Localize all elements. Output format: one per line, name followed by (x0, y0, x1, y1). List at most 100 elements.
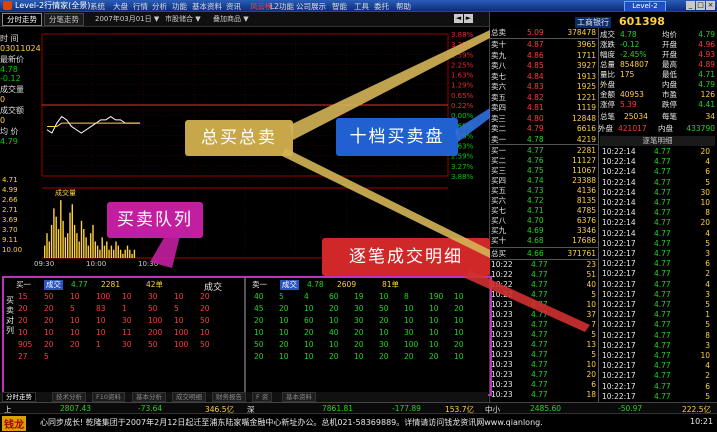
tick-row[interactable]: 10:22:14 4.77 30 (602, 188, 710, 198)
tick-row[interactable]: 10:22:14 4.77 20 (602, 147, 710, 157)
tick-row[interactable]: 10:22:17 4.77 3 (602, 290, 710, 300)
tick-row[interactable]: 10:22:17 4.77 2 (602, 269, 710, 279)
volume-bar-37 (129, 249, 131, 258)
tick-row[interactable]: 10:22:17 4.77 10 (602, 351, 710, 361)
tick-row[interactable]: 10:22 4.77 23 (491, 260, 596, 270)
tick-row[interactable]: 10:22 4.77 51 (491, 270, 596, 280)
bottom-tab-6[interactable]: F 资 (252, 392, 273, 402)
bottom-tab-0[interactable]: 分时走势 (2, 392, 36, 402)
tick-row[interactable]: 10:23 4.77 13 (491, 340, 596, 350)
vol-tick-3: 2.71 (2, 206, 18, 214)
tick-row[interactable]: 10:22:14 4.77 5 (602, 178, 710, 188)
tick-row[interactable]: 10:22:17 4.77 2 (602, 371, 710, 381)
ob-bid-8[interactable]: 买九 4.69 3346 (491, 226, 596, 236)
close-button[interactable]: × (706, 1, 715, 10)
ob-bid-1[interactable]: 买二 4.76 11127 (491, 156, 596, 166)
ob-ask-9[interactable]: 卖一 4.78 4219 (491, 135, 596, 145)
ticker-text[interactable]: 心同步成长! 乾隆集团于2007年2月12日起迁至浦东陆家嘴金融中心新址办公。总… (40, 417, 670, 428)
bottom-tab-3[interactable]: 基本分析 (132, 392, 166, 402)
ob-price: 4.85 (527, 61, 544, 70)
arrow-left-icon[interactable]: ◄ (454, 14, 463, 23)
toolbar-nav[interactable]: ◄ ► (453, 14, 473, 23)
tick-row[interactable]: 10:22:14 4.77 10 (602, 198, 710, 208)
market-dropdown[interactable]: 市股储合 ▼ (165, 14, 201, 24)
tick-row[interactable]: 10:23 4.77 10 (491, 360, 596, 370)
ob-label: 买五 (491, 186, 506, 195)
ob-bid-9[interactable]: 买十 4.68 17686 (491, 236, 596, 246)
queue-side-label: 买卖对列 (6, 296, 14, 335)
tick-row[interactable]: 10:22:14 4.77 4 (602, 157, 710, 167)
ob-vol: 11067 (572, 166, 596, 175)
tick-row[interactable]: 10:22:14 4.77 8 (602, 208, 710, 218)
tab-intraday[interactable]: 分时走势 (2, 13, 42, 26)
tick-row[interactable]: 10:22:17 4.77 4 (602, 280, 710, 290)
ob-bid-2[interactable]: 买三 4.75 11067 (491, 166, 596, 176)
volume-bar-2 (48, 241, 50, 258)
bottom-tab-4[interactable]: 成交明细 (172, 392, 206, 402)
tick-row[interactable]: 10:23 4.77 6 (491, 380, 596, 390)
tick-row[interactable]: 10:23 4.77 7 (491, 320, 596, 330)
ob-ask-8[interactable]: 卖二 4.79 6616 (491, 124, 596, 134)
right-label-6: 0.65% (451, 92, 474, 100)
ob-ask-4[interactable]: 卖六 4.83 1925 (491, 82, 596, 92)
callout-detail: 逐笔成交明细 (322, 238, 490, 276)
ob-bid-6[interactable]: 买七 4.71 4785 (491, 206, 596, 216)
ob-price: 4.78 (527, 134, 544, 144)
tick-row[interactable]: 10:22 4.77 40 (491, 280, 596, 290)
ob-bid-0[interactable]: 买一 4.77 2281 (491, 146, 596, 156)
bottom-tab-5[interactable]: 财务报告 (212, 392, 246, 402)
ob-bid-5[interactable]: 买六 4.72 8135 (491, 196, 596, 206)
tick-row[interactable]: 10:23 4.77 37 (491, 310, 596, 320)
ob-label: 买十 (491, 236, 506, 245)
ob-total-sell[interactable]: 总卖 5.09 378478 (491, 28, 596, 38)
ob-ask-6[interactable]: 卖四 4.81 1119 (491, 103, 596, 113)
tick-row[interactable]: 10:22:17 4.77 5 (602, 300, 710, 310)
tick-row[interactable]: 10:22:17 4.77 4 (602, 361, 710, 371)
ob-vol: 6376 (576, 216, 596, 225)
ob-ask-7[interactable]: 卖三 4.80 12848 (491, 114, 596, 124)
tab-tick[interactable]: 分笔走势 (44, 13, 84, 26)
tick-row[interactable]: 10:23 4.77 5 (491, 330, 596, 340)
tick-row[interactable]: 10:22 4.77 5 (491, 290, 596, 300)
tick-row[interactable]: 10:22:17 4.77 5 (602, 392, 710, 402)
ob-bid-4[interactable]: 买五 4.73 4136 (491, 186, 596, 196)
tick-row[interactable]: 10:23 4.77 5 (491, 350, 596, 360)
tick-row[interactable]: 10:22:17 4.77 3 (602, 249, 710, 259)
tick-row[interactable]: 10:22:17 4.77 6 (602, 259, 710, 269)
quote-row-4: 量比 175 最低 4.71 (600, 70, 715, 79)
tick-row[interactable]: 10:23 4.77 18 (491, 390, 596, 400)
tick-row[interactable]: 10:23 4.77 20 (491, 370, 596, 380)
quote-row-2: 幅度 -2.45% 开盘 4.93 (600, 50, 715, 59)
tick-row[interactable]: 10:22:14 4.77 6 (602, 167, 710, 177)
bottom-tab-7[interactable]: 基本资料 (282, 392, 316, 402)
ob-ask-3[interactable]: 卖七 4.84 1913 (491, 72, 596, 82)
ob-ask-1[interactable]: 卖九 4.86 1711 (491, 51, 596, 61)
tick-row[interactable]: 10:22:17 4.77 5 (602, 239, 710, 249)
arrow-right-icon[interactable]: ► (464, 14, 473, 23)
tick-row[interactable]: 10:22:17 4.77 3 (602, 341, 710, 351)
tick-row[interactable]: 10:22:14 4.77 20 (602, 218, 710, 228)
maximize-button[interactable]: □ (696, 1, 705, 10)
tick-row[interactable]: 10:22:17 4.77 1 (602, 310, 710, 320)
bottom-tab-1[interactable]: 技术分析 (52, 392, 86, 402)
ob-label: 总买 (491, 249, 506, 258)
ob-ask-0[interactable]: 卖十 4.87 3965 (491, 40, 596, 50)
ob-ask-2[interactable]: 卖八 4.85 3927 (491, 61, 596, 71)
ticks-title: 逐笔明细 (600, 136, 715, 146)
date-dropdown[interactable]: 2007年03月01日 ▼ (95, 14, 159, 24)
bottom-tab-2[interactable]: F10资料 (92, 392, 126, 402)
tick-row[interactable]: 10:22:14 4.77 4 (602, 229, 710, 239)
tick-row[interactable]: 10:22:17 4.77 5 (602, 320, 710, 330)
tick-row[interactable]: 10:22:17 4.77 6 (602, 382, 710, 392)
status-sh-value: 2807.43 (60, 404, 92, 413)
tick-row[interactable]: 10:22:17 4.77 8 (602, 331, 710, 341)
ob-bid-7[interactable]: 买八 4.70 6376 (491, 216, 596, 226)
tick-row[interactable]: 10:23 4.77 10 (491, 300, 596, 310)
overlay-dropdown[interactable]: 叠加商品 ▼ (213, 14, 249, 24)
volume-bar-1 (46, 233, 48, 258)
ob-total-buy[interactable]: 总买 4.66 371761 (491, 249, 596, 259)
queue-divider (244, 278, 246, 394)
ob-bid-3[interactable]: 买四 4.74 23388 (491, 176, 596, 186)
ob-ask-5[interactable]: 卖五 4.82 1221 (491, 93, 596, 103)
minimize-button[interactable]: _ (686, 1, 695, 10)
